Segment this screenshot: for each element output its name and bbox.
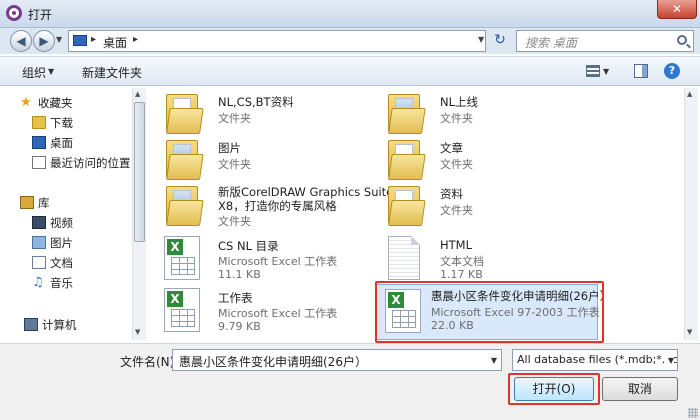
navigation-pane: ★ 收藏夹 下载 桌面 最近访问的位置 库 视频 图片 文档 ♫ 音乐 计算机 <box>8 88 132 343</box>
app-icon <box>6 5 22 21</box>
refresh-button[interactable]: ↻ <box>490 30 510 52</box>
window-title: 打开 <box>28 8 53 22</box>
breadcrumb-chevron-icon[interactable]: ▸ <box>133 34 138 45</box>
excel-file-icon: X <box>164 236 200 280</box>
document-icon <box>32 256 46 269</box>
picture-icon <box>32 236 46 249</box>
filename-label: 文件名(N): <box>120 355 179 369</box>
file-item[interactable]: HTML 文本文档 1.17 KB <box>380 234 620 288</box>
scrollbar-thumb[interactable] <box>134 102 145 242</box>
search-icon[interactable] <box>677 35 687 45</box>
cancel-button[interactable]: 取消 <box>602 377 678 401</box>
excel-file-icon: X <box>164 288 200 332</box>
file-list: NL,CS,BT资料 文件夹 NL上线 文件夹 图片 文件夹 文章 文件夹 新版… <box>148 88 682 343</box>
filename-value: 惠晨小区条件变化申请明细(26户） <box>179 355 367 369</box>
resize-grip[interactable] <box>688 408 698 418</box>
search-placeholder: 搜索 桌面 <box>525 36 577 50</box>
navigation-bar: ◀ ▶ ▼ ▸ 桌面 ▸ ▼ ↻ 搜索 桌面 <box>0 28 700 54</box>
view-options-icon[interactable] <box>586 65 600 77</box>
organize-button[interactable]: 组织 <box>22 64 46 81</box>
scroll-up-icon[interactable]: ▲ <box>687 90 692 98</box>
library-icon <box>20 196 34 209</box>
preview-pane-icon[interactable] <box>634 64 648 78</box>
help-icon[interactable]: ? <box>664 63 680 79</box>
address-dropdown-icon[interactable]: ▼ <box>478 35 484 44</box>
folder-icon <box>166 94 204 134</box>
file-item[interactable]: X 工作表 Microsoft Excel 工作表 9.79 KB <box>158 286 398 340</box>
music-icon: ♫ <box>32 275 44 290</box>
folder-icon <box>166 140 204 180</box>
computer-icon <box>24 318 38 331</box>
close-button[interactable]: ✕ <box>657 0 697 19</box>
toolbar: 组织 ▼ 新建文件夹 ▼ ? <box>0 56 700 86</box>
filename-input[interactable]: 惠晨小区条件变化申请明细(26户） ▼ <box>172 349 502 371</box>
chevron-down-icon[interactable]: ▼ <box>665 356 674 365</box>
navigation-pane-scrollbar[interactable]: ▲ ▼ <box>132 88 146 340</box>
open-button[interactable]: 打开(O) <box>514 377 594 401</box>
scroll-up-icon[interactable]: ▲ <box>135 90 140 98</box>
file-list-scrollbar[interactable]: ▲ ▼ <box>684 88 698 340</box>
scroll-down-icon[interactable]: ▼ <box>135 328 140 336</box>
organize-chevron-down-icon[interactable]: ▼ <box>48 67 54 76</box>
video-icon <box>32 216 46 229</box>
breadcrumb-desktop[interactable]: 桌面 <box>103 34 127 51</box>
recent-pages-chevron-icon[interactable]: ▼ <box>56 35 62 44</box>
file-item-selected[interactable]: X 惠晨小区条件变化申请明细(26户） Microsoft Excel 97-2… <box>376 284 611 340</box>
search-input[interactable]: 搜索 桌面 <box>516 30 694 52</box>
file-item[interactable]: 新版CorelDRAW Graphics Suite X8，打造你的专属风格 文… <box>158 182 398 230</box>
star-icon: ★ <box>20 95 32 110</box>
folder-icon <box>166 186 204 226</box>
file-item[interactable]: 资料 文件夹 <box>380 182 620 236</box>
desktop-icon <box>32 136 46 149</box>
filetype-value: All database files (*.mdb;*.ac <box>517 353 678 366</box>
folder-icon <box>388 186 426 226</box>
breadcrumb-chevron-icon[interactable]: ▸ <box>91 34 96 45</box>
file-item[interactable]: X CS NL 目录 Microsoft Excel 工作表 11.1 KB <box>158 234 398 288</box>
title-bar: 打开 ✕ <box>0 0 700 28</box>
folder-icon <box>388 140 426 180</box>
address-bar[interactable]: ▸ 桌面 ▸ <box>68 30 486 52</box>
recent-places-icon <box>32 156 46 169</box>
filetype-select[interactable]: All database files (*.mdb;*.ac ▼ <box>512 349 678 371</box>
excel-file-icon: X <box>385 289 421 333</box>
text-file-icon <box>388 236 420 280</box>
forward-button[interactable]: ▶ <box>33 30 55 52</box>
scroll-down-icon[interactable]: ▼ <box>687 328 692 336</box>
back-button[interactable]: ◀ <box>10 30 32 52</box>
view-chevron-down-icon[interactable]: ▼ <box>603 67 609 76</box>
folder-icon <box>388 94 426 134</box>
new-folder-button[interactable]: 新建文件夹 <box>82 64 142 81</box>
folder-icon <box>32 116 46 129</box>
chevron-down-icon[interactable]: ▼ <box>491 356 497 365</box>
desktop-icon <box>73 35 87 46</box>
